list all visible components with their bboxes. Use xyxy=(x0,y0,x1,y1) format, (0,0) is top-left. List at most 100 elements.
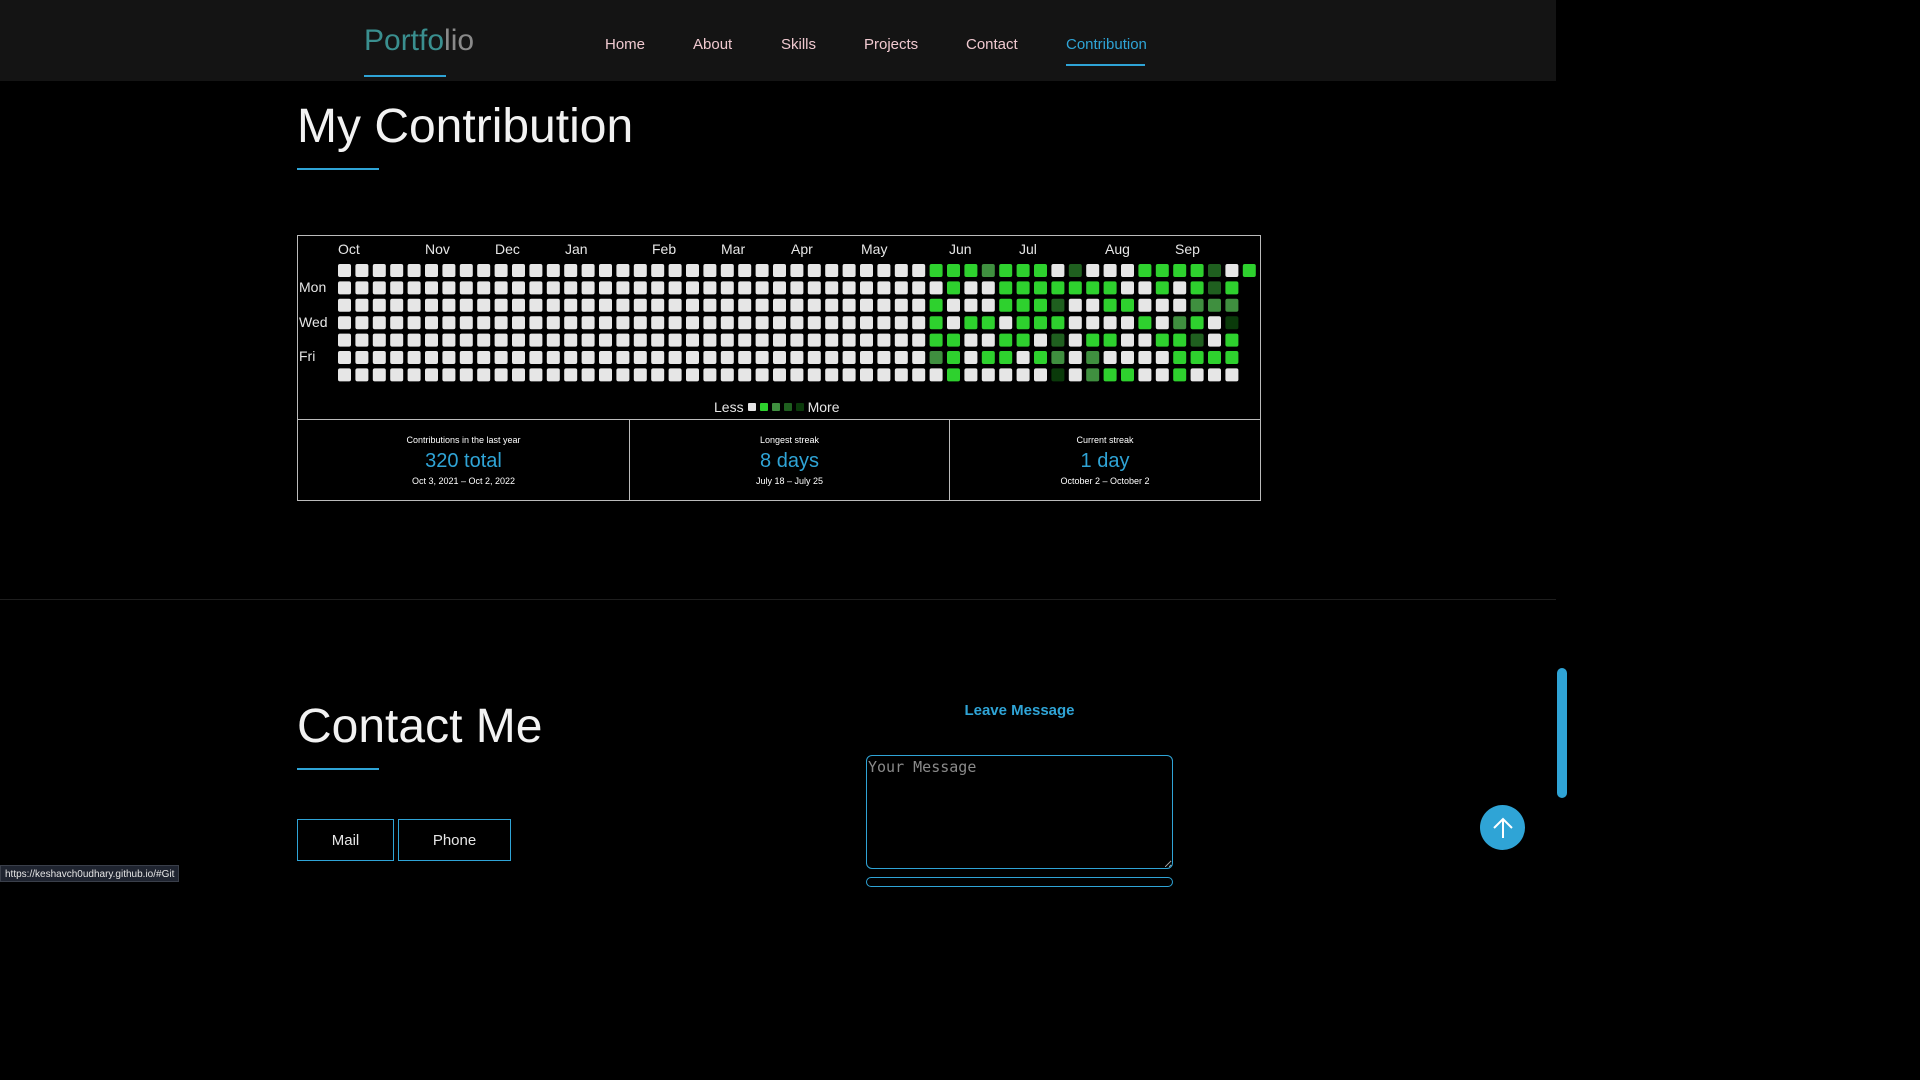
contribution-day-cell[interactable] xyxy=(651,351,665,364)
contribution-day-cell[interactable] xyxy=(355,316,369,330)
contribution-day-cell[interactable] xyxy=(1103,264,1117,277)
contribution-day-cell[interactable] xyxy=(355,298,369,312)
contribution-day-cell[interactable] xyxy=(1208,351,1221,364)
contribution-day-cell[interactable] xyxy=(494,333,508,347)
contribution-day-cell[interactable] xyxy=(738,368,752,382)
contribution-day-cell[interactable] xyxy=(459,351,473,364)
contribution-day-cell[interactable] xyxy=(581,281,595,295)
contribution-day-cell[interactable] xyxy=(407,368,421,382)
contribution-day-cell[interactable] xyxy=(1068,316,1082,330)
contribution-day-cell[interactable] xyxy=(616,264,630,277)
contribution-day-cell[interactable] xyxy=(999,264,1013,277)
contribution-day-cell[interactable] xyxy=(581,351,595,364)
contribution-day-cell[interactable] xyxy=(1121,333,1134,347)
contribution-day-cell[interactable] xyxy=(1242,264,1256,277)
contribution-day-cell[interactable] xyxy=(1121,264,1134,277)
contribution-day-cell[interactable] xyxy=(999,316,1013,330)
contribution-day-cell[interactable] xyxy=(1086,368,1100,382)
contribution-day-cell[interactable] xyxy=(1103,316,1117,330)
contribution-day-cell[interactable] xyxy=(894,281,908,295)
contribution-day-cell[interactable] xyxy=(686,333,699,347)
contribution-day-cell[interactable] xyxy=(825,351,839,364)
contribution-day-cell[interactable] xyxy=(355,351,369,364)
contribution-day-cell[interactable] xyxy=(651,298,665,312)
contribution-day-cell[interactable] xyxy=(825,298,839,312)
contribution-day-cell[interactable] xyxy=(947,298,960,312)
contribution-day-cell[interactable] xyxy=(1121,368,1134,382)
contribution-day-cell[interactable] xyxy=(720,316,734,330)
contribution-day-cell[interactable] xyxy=(1051,298,1065,312)
contribution-day-cell[interactable] xyxy=(1086,316,1100,330)
contribution-day-cell[interactable] xyxy=(1138,316,1152,330)
contribution-day-cell[interactable] xyxy=(1086,351,1100,364)
contribution-day-cell[interactable] xyxy=(407,298,421,312)
contribution-day-cell[interactable] xyxy=(877,298,891,312)
contribution-day-cell[interactable] xyxy=(894,264,908,277)
contribution-day-cell[interactable] xyxy=(1155,264,1169,277)
contribution-day-cell[interactable] xyxy=(651,333,665,347)
contribution-day-cell[interactable] xyxy=(372,281,386,295)
contribution-day-cell[interactable] xyxy=(477,333,491,347)
contribution-day-cell[interactable] xyxy=(703,281,717,295)
contribution-day-cell[interactable] xyxy=(877,281,891,295)
contribution-day-cell[interactable] xyxy=(581,333,595,347)
contribution-day-cell[interactable] xyxy=(1121,351,1134,364)
contribution-day-cell[interactable] xyxy=(842,333,856,347)
contribution-day-cell[interactable] xyxy=(599,264,612,277)
contribution-day-cell[interactable] xyxy=(1138,298,1152,312)
contribution-day-cell[interactable] xyxy=(651,316,665,330)
contribution-day-cell[interactable] xyxy=(755,264,769,277)
contribution-day-cell[interactable] xyxy=(929,351,943,364)
contribution-day-cell[interactable] xyxy=(912,281,926,295)
contribution-day-cell[interactable] xyxy=(442,298,456,312)
contribution-day-cell[interactable] xyxy=(633,298,647,312)
contribution-day-cell[interactable] xyxy=(703,264,717,277)
contribution-day-cell[interactable] xyxy=(1121,281,1134,295)
contribution-day-cell[interactable] xyxy=(477,264,491,277)
contribution-day-cell[interactable] xyxy=(1138,368,1152,382)
nav-about[interactable]: About xyxy=(693,36,732,53)
contribution-day-cell[interactable] xyxy=(1225,333,1239,347)
contribution-day-cell[interactable] xyxy=(842,316,856,330)
contribution-day-cell[interactable] xyxy=(860,316,873,330)
contribution-day-cell[interactable] xyxy=(720,351,734,364)
contribution-day-cell[interactable] xyxy=(616,316,630,330)
contribution-day-cell[interactable] xyxy=(1103,368,1117,382)
contribution-day-cell[interactable] xyxy=(947,316,960,330)
contribution-day-cell[interactable] xyxy=(981,368,995,382)
contribution-day-cell[interactable] xyxy=(773,333,786,347)
contribution-day-cell[interactable] xyxy=(512,281,525,295)
contribution-day-cell[interactable] xyxy=(1190,351,1204,364)
contribution-day-cell[interactable] xyxy=(738,298,752,312)
contribution-day-cell[interactable] xyxy=(651,368,665,382)
logo[interactable]: Portfolio xyxy=(364,24,474,58)
contribution-day-cell[interactable] xyxy=(1173,298,1187,312)
contribution-day-cell[interactable] xyxy=(720,333,734,347)
contribution-day-cell[interactable] xyxy=(529,351,543,364)
contribution-day-cell[interactable] xyxy=(894,298,908,312)
phone-button[interactable]: Phone xyxy=(398,819,511,861)
contribution-day-cell[interactable] xyxy=(738,351,752,364)
contribution-day-cell[interactable] xyxy=(686,264,699,277)
contribution-day-cell[interactable] xyxy=(929,333,943,347)
contribution-day-cell[interactable] xyxy=(1225,351,1239,364)
contribution-day-cell[interactable] xyxy=(599,281,612,295)
contribution-day-cell[interactable] xyxy=(947,368,960,382)
contribution-day-cell[interactable] xyxy=(512,351,525,364)
contribution-day-cell[interactable] xyxy=(981,333,995,347)
contribution-day-cell[interactable] xyxy=(1051,281,1065,295)
contribution-day-cell[interactable] xyxy=(668,333,682,347)
contribution-day-cell[interactable] xyxy=(947,351,960,364)
contribution-day-cell[interactable] xyxy=(964,298,978,312)
contribution-day-cell[interactable] xyxy=(807,281,821,295)
contribution-day-cell[interactable] xyxy=(755,368,769,382)
contribution-day-cell[interactable] xyxy=(355,368,369,382)
contribution-day-cell[interactable] xyxy=(1086,333,1100,347)
contribution-day-cell[interactable] xyxy=(686,298,699,312)
contribution-day-cell[interactable] xyxy=(912,264,926,277)
contribution-day-cell[interactable] xyxy=(564,316,578,330)
contribution-day-cell[interactable] xyxy=(686,281,699,295)
contribution-day-cell[interactable] xyxy=(494,368,508,382)
contribution-day-cell[interactable] xyxy=(703,368,717,382)
contribution-day-cell[interactable] xyxy=(929,264,943,277)
